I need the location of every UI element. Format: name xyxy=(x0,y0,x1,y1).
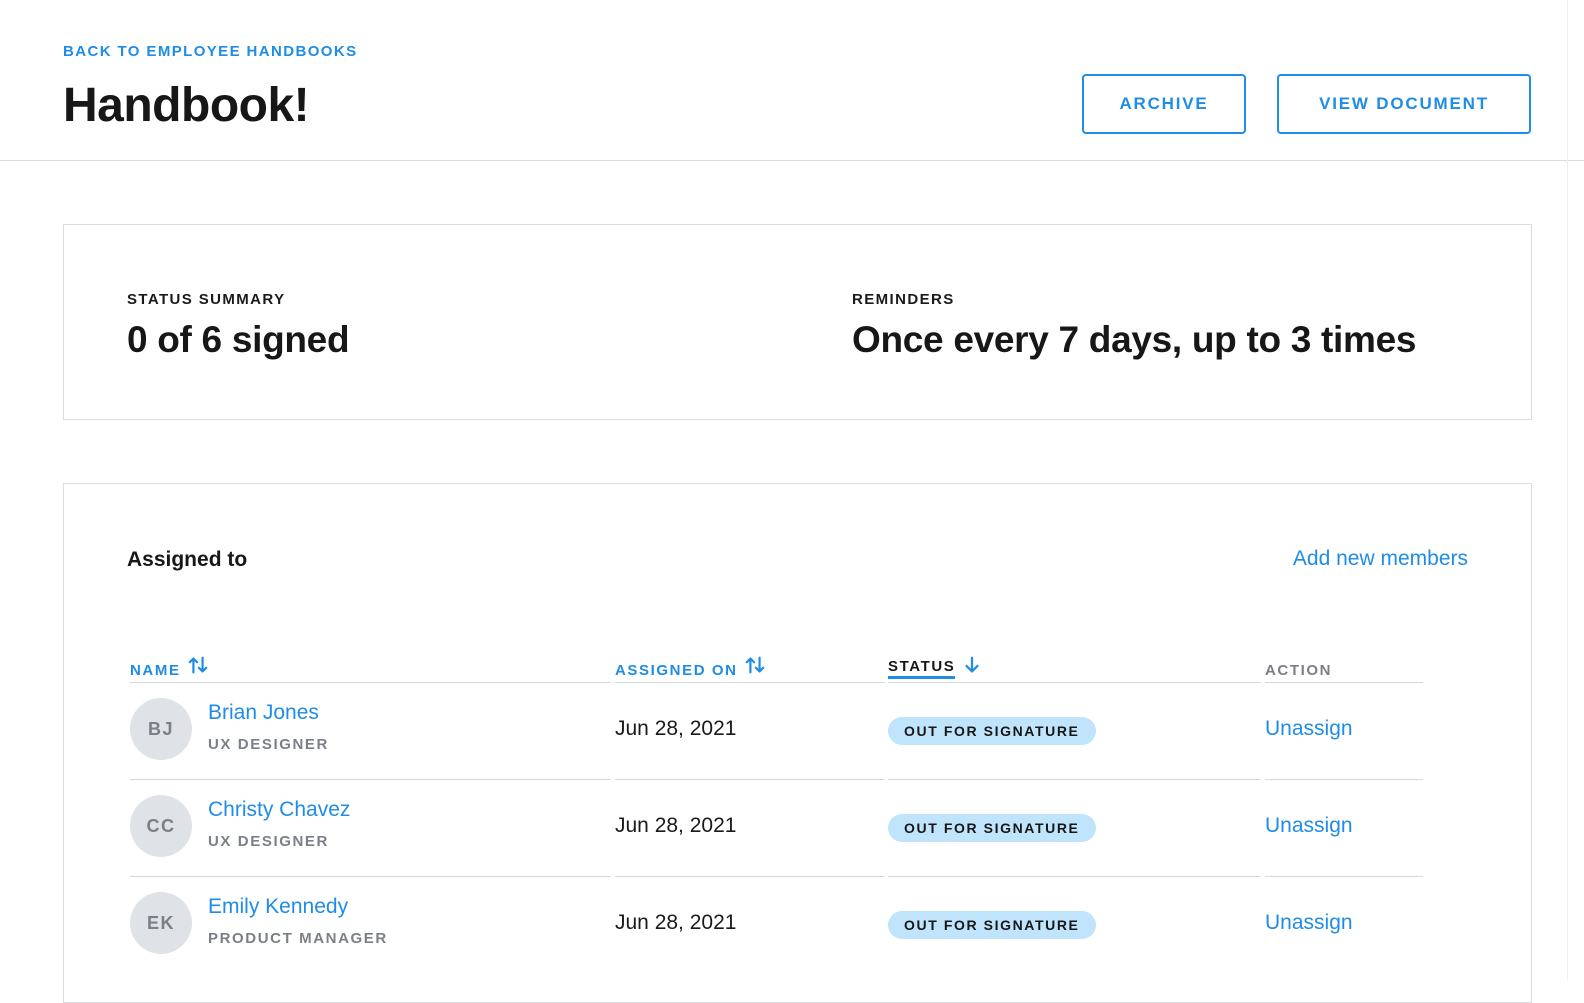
add-new-members-link[interactable]: Add new members xyxy=(1293,547,1468,571)
archive-button[interactable]: ARCHIVE xyxy=(1082,74,1246,134)
unassign-link[interactable]: Unassign xyxy=(1265,911,1353,935)
scrollbar-track[interactable] xyxy=(1567,0,1568,980)
status-badge: OUT FOR SIGNATURE xyxy=(888,717,1096,745)
arrow-down-icon xyxy=(965,656,979,673)
status-badge: OUT FOR SIGNATURE xyxy=(888,814,1096,842)
reminders-label: REMINDERS xyxy=(852,291,955,308)
back-to-handbooks-link[interactable]: BACK TO EMPLOYEE HANDBOOKS xyxy=(63,43,357,60)
avatar: BJ xyxy=(130,698,192,760)
column-header-action: ACTION xyxy=(1265,662,1333,679)
table-row: CC Christy Chavez UX DESIGNER Jun 28, 20… xyxy=(64,780,1533,877)
column-header-name[interactable]: NAME xyxy=(130,649,209,679)
status-summary-label: STATUS SUMMARY xyxy=(127,291,286,308)
member-role: PRODUCT MANAGER xyxy=(208,930,388,947)
page-title: Handbook! xyxy=(63,79,310,132)
member-name-link[interactable]: Christy Chavez xyxy=(208,798,350,822)
column-header-name-label: NAME xyxy=(130,662,181,679)
column-header-assigned-on-label: ASSIGNED ON xyxy=(615,662,738,679)
member-role: UX DESIGNER xyxy=(208,833,329,850)
column-header-status-label: STATUS xyxy=(888,658,956,679)
avatar: CC xyxy=(130,795,192,857)
member-name-link[interactable]: Emily Kennedy xyxy=(208,895,348,919)
member-role: UX DESIGNER xyxy=(208,736,329,753)
summary-card: STATUS SUMMARY 0 of 6 signed REMINDERS O… xyxy=(63,224,1532,420)
reminders-value: Once every 7 days, up to 3 times xyxy=(852,319,1417,360)
avatar: EK xyxy=(130,892,192,954)
assigned-date: Jun 28, 2021 xyxy=(615,814,737,837)
assigned-date: Jun 28, 2021 xyxy=(615,911,737,934)
page-header: BACK TO EMPLOYEE HANDBOOKS Handbook! ARC… xyxy=(0,0,1584,161)
assigned-to-title: Assigned to xyxy=(127,548,248,571)
sort-both-icon xyxy=(188,656,207,674)
status-summary-value: 0 of 6 signed xyxy=(127,319,350,360)
view-document-button[interactable]: VIEW DOCUMENT xyxy=(1277,74,1531,134)
table-row: BJ Brian Jones UX DESIGNER Jun 28, 2021 … xyxy=(64,683,1533,780)
column-header-status[interactable]: STATUS xyxy=(888,649,983,679)
unassign-link[interactable]: Unassign xyxy=(1265,717,1353,741)
unassign-link[interactable]: Unassign xyxy=(1265,814,1353,838)
header-divider xyxy=(0,160,1584,161)
status-badge: OUT FOR SIGNATURE xyxy=(888,911,1096,939)
assigned-date: Jun 28, 2021 xyxy=(615,717,737,740)
table-row: EK Emily Kennedy PRODUCT MANAGER Jun 28,… xyxy=(64,877,1533,974)
sort-both-icon xyxy=(745,656,764,674)
member-name-link[interactable]: Brian Jones xyxy=(208,701,319,725)
assigned-card: Assigned to Add new members NAME ASSIGNE… xyxy=(63,483,1532,1003)
column-header-assigned-on[interactable]: ASSIGNED ON xyxy=(615,649,766,679)
